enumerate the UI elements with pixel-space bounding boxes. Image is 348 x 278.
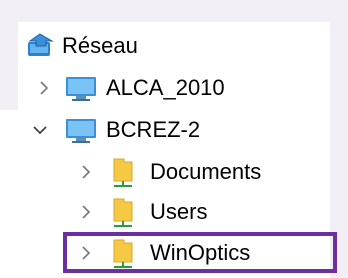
chevron-right-icon[interactable] [36, 80, 52, 96]
outer-background-left [0, 0, 18, 110]
navigation-tree: Réseau ALCA_2010 BCREZ-2 Documents Users… [18, 22, 337, 278]
tree-item-alca-2010[interactable]: ALCA_2010 [18, 68, 330, 108]
shared-folder-icon [110, 197, 136, 234]
tree-item-label: BCREZ-2 [106, 117, 201, 142]
outer-background-top [0, 0, 348, 22]
chevron-right-icon[interactable] [78, 164, 94, 180]
network-icon [26, 32, 56, 65]
highlight-box [63, 232, 337, 273]
tree-item-label: Users [150, 199, 208, 224]
shared-folder-icon [110, 157, 136, 194]
tree-item-label: ALCA_2010 [106, 75, 225, 100]
tree-item-documents[interactable]: Documents [18, 152, 330, 192]
chevron-down-icon[interactable] [32, 122, 48, 138]
computer-icon [64, 75, 98, 108]
tree-item-label: Réseau [62, 33, 138, 58]
tree-item-label: Documents [150, 159, 262, 184]
tree-item-bcrez-2[interactable]: BCREZ-2 [18, 110, 330, 150]
computer-icon [64, 117, 98, 150]
tree-item-users[interactable]: Users [18, 192, 330, 232]
tree-item-reseau[interactable]: Réseau [18, 26, 330, 66]
chevron-right-icon[interactable] [78, 204, 94, 220]
